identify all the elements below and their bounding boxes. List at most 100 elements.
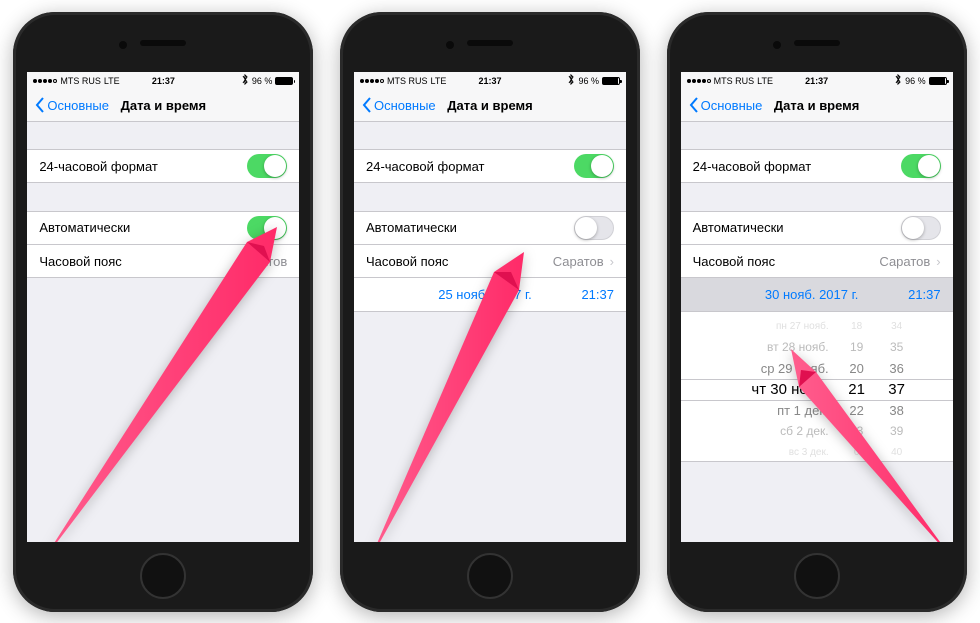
row-24h-format[interactable]: 24-часовой формат xyxy=(27,149,299,183)
bluetooth-icon xyxy=(894,74,902,87)
statusbar-time: 21:37 xyxy=(152,76,175,86)
row-label: Часовой пояс xyxy=(366,254,448,269)
picker-row: вс 3 дек. xyxy=(789,442,829,462)
row-label: Автоматически xyxy=(39,220,130,235)
back-label: Основные xyxy=(374,98,436,113)
picker-row: ср 29 нояб. xyxy=(761,358,829,379)
row-label: Часовой пояс xyxy=(693,254,775,269)
carrier-label: MTS RUS xyxy=(60,76,101,86)
chevron-left-icon xyxy=(362,97,372,113)
row-24h-format[interactable]: 24-часовой формат xyxy=(681,149,953,183)
picker-date-column[interactable]: пн 27 нояб. вт 28 нояб. ср 29 нояб. чт 3… xyxy=(717,312,837,461)
row-label: Часовой пояс xyxy=(39,254,121,269)
signal-dots xyxy=(360,79,384,83)
picker-row: пн 27 нояб. xyxy=(776,316,829,337)
picker-row: сб 2 дек. xyxy=(780,421,828,442)
picker-row: 19 xyxy=(850,337,863,358)
toggle-24h[interactable] xyxy=(574,154,614,178)
back-label: Основные xyxy=(701,98,763,113)
picker-row: 20 xyxy=(849,358,863,379)
toggle-24h[interactable] xyxy=(247,154,287,178)
row-datetime[interactable]: 25 нояб. 2017 г. 21:37 xyxy=(354,278,626,312)
battery-percent: 96 % xyxy=(578,76,599,86)
home-button[interactable] xyxy=(467,553,513,599)
phone-3: MTS RUS LTE 21:37 96 % Основные Дата и в… xyxy=(667,12,967,612)
page-title: Дата и время xyxy=(774,98,860,113)
status-bar: MTS RUS LTE 21:37 96 % xyxy=(681,72,953,90)
row-timezone[interactable]: Часовой пояс Саратов xyxy=(27,244,299,278)
phone-speaker xyxy=(794,40,840,46)
row-24h-format[interactable]: 24-часовой формат xyxy=(354,149,626,183)
network-label: LTE xyxy=(757,76,773,86)
row-auto[interactable]: Автоматически xyxy=(354,211,626,245)
picker-row-selected: чт 30 нояб. xyxy=(751,379,828,400)
bluetooth-icon xyxy=(567,74,575,87)
back-button[interactable]: Основные xyxy=(35,97,109,113)
row-auto[interactable]: Автоматически xyxy=(681,211,953,245)
carrier-label: MTS RUS xyxy=(387,76,428,86)
status-bar: MTS RUS LTE 21:37 96 % xyxy=(354,72,626,90)
phone-camera xyxy=(773,41,781,49)
chevron-right-icon: › xyxy=(936,254,940,269)
picker-row: 18 xyxy=(851,316,862,337)
row-label: 24-часовой формат xyxy=(366,159,485,174)
back-label: Основные xyxy=(47,98,109,113)
picker-row: 35 xyxy=(890,337,903,358)
screen: MTS RUS LTE 21:37 96 % Основные Дата и в… xyxy=(27,72,299,542)
home-button[interactable] xyxy=(140,553,186,599)
picker-row-selected: 21 xyxy=(848,379,865,400)
picker-row: 40 xyxy=(891,442,902,462)
toggle-auto[interactable] xyxy=(247,216,287,240)
picker-row: 0 xyxy=(854,442,860,462)
page-title: Дата и время xyxy=(447,98,533,113)
picker-row: пт 1 дек. xyxy=(777,400,829,421)
page-title: Дата и время xyxy=(121,98,207,113)
picker-hour-column[interactable]: 18 19 20 21 22 23 0 xyxy=(837,312,877,461)
battery-percent: 96 % xyxy=(905,76,926,86)
picker-minute-column[interactable]: 34 35 36 37 38 39 40 xyxy=(877,312,917,461)
phone-speaker xyxy=(467,40,513,46)
chevron-right-icon: › xyxy=(610,254,614,269)
picker-row: 23 xyxy=(850,421,863,442)
back-button[interactable]: Основные xyxy=(689,97,763,113)
battery-icon xyxy=(602,77,620,85)
picker-row-selected: 37 xyxy=(888,379,905,400)
home-button[interactable] xyxy=(794,553,840,599)
toggle-auto[interactable] xyxy=(901,216,941,240)
bluetooth-icon xyxy=(241,74,249,87)
network-label: LTE xyxy=(104,76,120,86)
time-value: 21:37 xyxy=(564,287,614,302)
nav-bar: Основные Дата и время xyxy=(27,90,299,122)
carrier-label: MTS RUS xyxy=(714,76,755,86)
phone-speaker xyxy=(140,40,186,46)
picker-row: 22 xyxy=(849,400,863,421)
chevron-left-icon xyxy=(689,97,699,113)
row-label: Автоматически xyxy=(693,220,784,235)
statusbar-time: 21:37 xyxy=(805,76,828,86)
phone-camera xyxy=(446,41,454,49)
timezone-value: Саратов xyxy=(879,254,930,269)
row-datetime[interactable]: 30 нояб. 2017 г. 21:37 xyxy=(681,278,953,312)
date-picker[interactable]: пн 27 нояб. вт 28 нояб. ср 29 нояб. чт 3… xyxy=(681,312,953,462)
back-button[interactable]: Основные xyxy=(362,97,436,113)
battery-percent: 96 % xyxy=(252,76,273,86)
row-auto[interactable]: Автоматически xyxy=(27,211,299,245)
screen: MTS RUS LTE 21:37 96 % Основные Дата и в… xyxy=(354,72,626,542)
row-timezone[interactable]: Часовой пояс Саратов › xyxy=(681,244,953,278)
row-timezone[interactable]: Часовой пояс Саратов › xyxy=(354,244,626,278)
statusbar-time: 21:37 xyxy=(478,76,501,86)
battery-icon xyxy=(275,77,293,85)
picker-row: 39 xyxy=(890,421,903,442)
toggle-auto[interactable] xyxy=(574,216,614,240)
date-value: 30 нояб. 2017 г. xyxy=(693,287,891,302)
nav-bar: Основные Дата и время xyxy=(681,90,953,122)
screen: MTS RUS LTE 21:37 96 % Основные Дата и в… xyxy=(681,72,953,542)
phone-2: MTS RUS LTE 21:37 96 % Основные Дата и в… xyxy=(340,12,640,612)
chevron-left-icon xyxy=(35,97,45,113)
row-label: 24-часовой формат xyxy=(693,159,812,174)
toggle-24h[interactable] xyxy=(901,154,941,178)
timezone-value: Саратов xyxy=(553,254,604,269)
nav-bar: Основные Дата и время xyxy=(354,90,626,122)
picker-row: 36 xyxy=(889,358,903,379)
timezone-value: Саратов xyxy=(236,254,287,269)
